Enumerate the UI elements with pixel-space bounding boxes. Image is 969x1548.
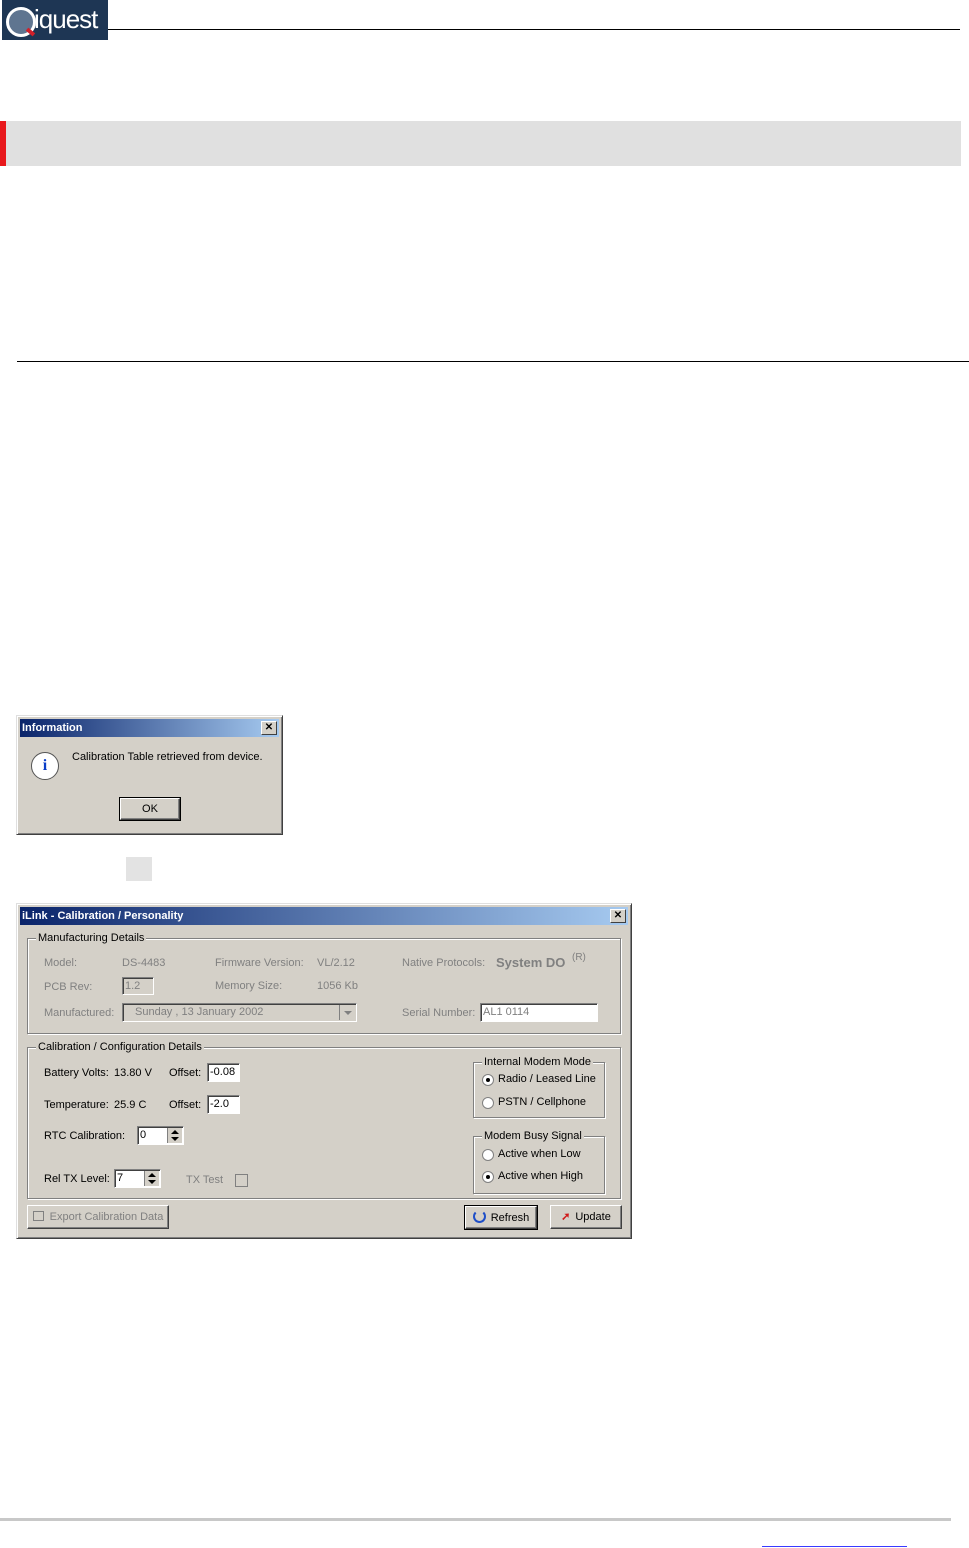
export-icon — [32, 1211, 44, 1221]
close-icon[interactable]: ✕ — [610, 909, 626, 923]
footer-link-underline[interactable] — [762, 1546, 907, 1547]
protocols-value: System DO — [496, 955, 566, 970]
reltx-stepper[interactable]: 7 — [114, 1169, 161, 1188]
temperature-offset-label: Offset: — [169, 1099, 202, 1111]
pcb-field: 1.2 — [122, 977, 154, 995]
magnifier-icon — [6, 7, 36, 37]
battery-offset-input[interactable]: -0.08 — [207, 1063, 240, 1082]
dialog-title: Information — [22, 722, 83, 734]
group-caption: Internal Modem Mode — [482, 1056, 593, 1068]
model-label: Model: — [44, 957, 78, 969]
serial-label: Serial Number: — [402, 1007, 476, 1019]
update-arrow-icon: ➚ — [561, 1211, 571, 1223]
active-high-label[interactable]: Active when High — [498, 1170, 583, 1182]
section-banner — [0, 121, 961, 166]
model-value: DS-4483 — [122, 957, 166, 969]
info-message: Calibration Table retrieved from device. — [72, 751, 263, 763]
information-dialog: Information ✕ i Calibration Table retrie… — [16, 715, 283, 835]
reltx-value: 7 — [117, 1172, 124, 1184]
temperature-label: Temperature: — [44, 1099, 109, 1111]
update-button[interactable]: ➚ Update — [550, 1205, 622, 1229]
protocols-label: Native Protocols: — [402, 957, 486, 969]
export-label: Export Calibration Data — [49, 1211, 164, 1223]
memory-label: Memory Size: — [215, 980, 283, 992]
logo-text: iquest — [34, 4, 98, 34]
dialog-title-bar: Information ✕ — [20, 719, 279, 737]
registered-mark: (R) — [572, 952, 586, 963]
info-icon: i — [31, 752, 59, 780]
modem-mode-group: Internal Modem Mode Radio / Leased Line … — [473, 1056, 605, 1118]
radio-leased-line-label[interactable]: Radio / Leased Line — [498, 1073, 596, 1085]
manufactured-label: Manufactured: — [44, 1007, 115, 1019]
close-icon[interactable]: ✕ — [261, 721, 277, 735]
rtc-value: 0 — [140, 1129, 147, 1141]
manufactured-date: Sunday , 13 January 2002 — [135, 1006, 264, 1018]
busy-signal-group: Modem Busy Signal Active when Low Active… — [473, 1130, 605, 1194]
refresh-icon — [472, 1210, 486, 1223]
pstn-cellphone-label[interactable]: PSTN / Cellphone — [498, 1096, 586, 1108]
battery-value: 13.80 V — [114, 1067, 152, 1079]
refresh-label: Refresh — [490, 1212, 530, 1224]
radio-leased-line-radio[interactable] — [482, 1074, 494, 1086]
section-rule — [17, 361, 969, 362]
footer-rule — [0, 1518, 951, 1521]
banner-accent — [0, 121, 6, 166]
firmware-value: VL/2.12 — [317, 957, 355, 969]
active-low-radio[interactable] — [482, 1149, 494, 1161]
rtc-stepper[interactable]: 0 — [137, 1126, 184, 1145]
dialog-title-bar: iLink - Calibration / Personality ✕ — [20, 907, 628, 925]
temperature-offset-input[interactable]: -2.0 — [207, 1095, 240, 1114]
dialog-title: iLink - Calibration / Personality — [22, 910, 184, 922]
ok-button[interactable]: OK — [119, 797, 181, 821]
txtest-label: TX Test — [186, 1174, 224, 1186]
reltx-label: Rel TX Level: — [44, 1173, 110, 1185]
spinner-arrows-icon[interactable] — [144, 1171, 159, 1186]
manufactured-date-picker: Sunday , 13 January 2002 — [122, 1003, 357, 1022]
manufacturing-group: Manufacturing Details Model: DS-4483 Fir… — [27, 932, 621, 1034]
header-rule — [108, 29, 960, 30]
calibration-dialog: iLink - Calibration / Personality ✕ Manu… — [16, 903, 632, 1239]
group-caption: Modem Busy Signal — [482, 1130, 584, 1142]
active-low-label[interactable]: Active when Low — [498, 1148, 581, 1160]
group-caption: Calibration / Configuration Details — [36, 1041, 204, 1053]
calibration-group: Calibration / Configuration Details Batt… — [27, 1041, 621, 1199]
export-calibration-button[interactable]: Export Calibration Data — [27, 1205, 169, 1229]
active-high-radio[interactable] — [482, 1171, 494, 1183]
serial-number-field[interactable]: AL1 0114 — [480, 1003, 598, 1022]
dropdown-arrow-icon — [339, 1005, 355, 1020]
pstn-cellphone-radio[interactable] — [482, 1097, 494, 1109]
txtest-checkbox[interactable] — [235, 1174, 248, 1187]
inline-button-glyph — [126, 857, 152, 881]
update-label: Update — [575, 1211, 611, 1223]
rtc-label: RTC Calibration: — [44, 1130, 126, 1142]
group-caption: Manufacturing Details — [36, 932, 147, 944]
refresh-button[interactable]: Refresh — [464, 1205, 538, 1230]
pcb-label: PCB Rev: — [44, 981, 93, 993]
memory-value: 1056 Kb — [317, 980, 358, 992]
battery-offset-label: Offset: — [169, 1067, 202, 1079]
temperature-value: 25.9 C — [114, 1099, 147, 1111]
battery-label: Battery Volts: — [44, 1067, 109, 1079]
iquest-logo: iquest — [2, 0, 108, 40]
firmware-label: Firmware Version: — [215, 957, 304, 969]
spinner-arrows-icon[interactable] — [167, 1128, 182, 1143]
